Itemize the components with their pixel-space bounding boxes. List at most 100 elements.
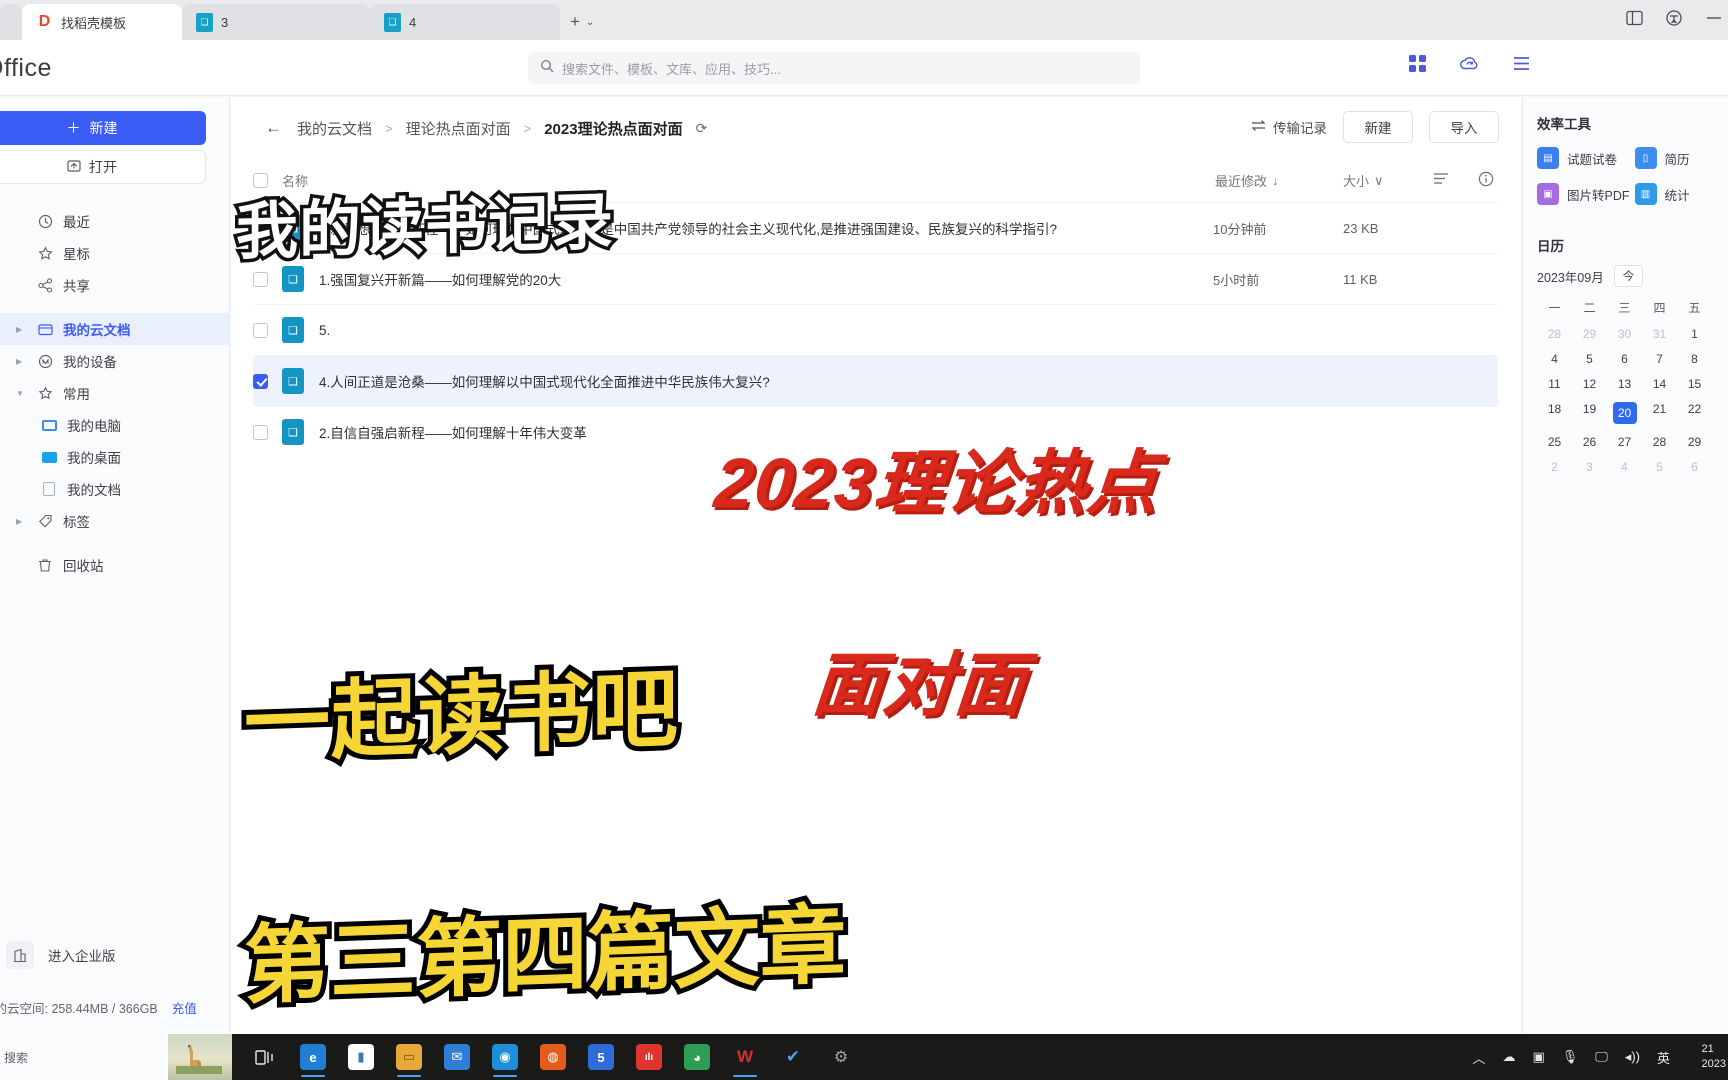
calendar-day[interactable]: 4 [1537, 352, 1572, 366]
mic-icon[interactable]: 🎙 [1562, 1049, 1579, 1065]
calendar-day[interactable]: 3 [1572, 460, 1607, 474]
chevron-up-icon[interactable]: ︿ [1472, 1048, 1485, 1067]
taskbar-search-label[interactable]: 搜索 [4, 1049, 28, 1066]
new-document-button[interactable]: ＋ 新建 [0, 111, 206, 145]
apps-grid-icon[interactable] [1406, 52, 1428, 74]
sidebar-item-shared[interactable]: 共享 [0, 269, 230, 301]
row-checkbox[interactable] [253, 424, 268, 440]
info-icon[interactable] [1478, 171, 1494, 190]
calendar-day[interactable]: 19 [1572, 402, 1607, 424]
edge-icon[interactable]: e [300, 1044, 326, 1077]
sidebar-item-my-devices[interactable]: ▶ 我的设备 [0, 345, 230, 377]
store-icon[interactable]: ▮ [348, 1044, 374, 1070]
enterprise-button[interactable]: 进入企业版 [6, 941, 116, 969]
column-header-name[interactable]: 名称 [282, 171, 308, 190]
calendar-day[interactable]: 30 [1607, 327, 1642, 341]
task-view-icon[interactable] [252, 1044, 278, 1070]
volume-icon[interactable]: ◂)) [1625, 1049, 1640, 1065]
calendar-day[interactable]: 5 [1642, 460, 1677, 474]
calendar-day[interactable]: 28 [1642, 435, 1677, 449]
wps-writer-icon[interactable]: W [732, 1044, 758, 1077]
select-all-checkbox[interactable] [253, 173, 268, 188]
calendar-day[interactable]: 6 [1607, 352, 1642, 366]
tab-0[interactable] [0, 4, 22, 40]
calendar-day[interactable]: 27 [1607, 435, 1642, 449]
panel-icon[interactable] [1624, 8, 1644, 28]
calendar-day[interactable]: 6 [1677, 460, 1712, 474]
settings-icon[interactable]: ⚙ [828, 1044, 854, 1070]
calendar-day[interactable]: 15 [1677, 377, 1712, 391]
tool-image-to-pdf[interactable]: ▣ 图片转PDF [1537, 183, 1631, 205]
table-row[interactable]: ❏ 4.人间正道是沧桑——如何理解以中国式现代化全面推进中华民族伟大复兴? [253, 356, 1498, 407]
refresh-icon[interactable]: ⟳ [696, 120, 708, 137]
mail-icon[interactable]: ✉ [444, 1044, 470, 1070]
sidebar-item-my-computer[interactable]: 我的电脑 [0, 409, 230, 441]
calendar-day[interactable]: 2 [1537, 460, 1572, 474]
calendar-day[interactable]: 31 [1642, 327, 1677, 341]
compat-icon[interactable] [1664, 8, 1684, 28]
calendar-day[interactable]: 8 [1677, 352, 1712, 366]
display-icon[interactable]: 🖵 [1595, 1049, 1608, 1065]
calendar-day[interactable]: 7 [1642, 352, 1677, 366]
tab-kdocs-template[interactable]: D 找稻壳模板 [22, 4, 182, 40]
row-checkbox[interactable] [253, 373, 268, 389]
tab-ppt-3[interactable]: ❏ 3 [182, 4, 370, 40]
sidebar-item-tags[interactable]: ▶ 标签 [0, 505, 230, 537]
view-options-icon[interactable] [1433, 171, 1450, 190]
tool-resume[interactable]: ▯ 简历 [1634, 147, 1728, 169]
sidebar-item-my-desktop[interactable]: 我的桌面 [0, 441, 230, 473]
row-checkbox[interactable] [253, 271, 268, 287]
calendar-day[interactable]: 25 [1537, 435, 1572, 449]
calendar-day[interactable]: 22 [1677, 402, 1712, 424]
transfer-records-button[interactable]: 传输记录 [1251, 117, 1327, 137]
row-checkbox[interactable] [253, 220, 268, 236]
open-document-button[interactable]: 打开 [0, 150, 206, 184]
import-button[interactable]: 导入 [1429, 111, 1499, 143]
breadcrumb-item-0[interactable]: 我的云文档 [297, 118, 372, 139]
calendar-day[interactable]: 11 [1537, 377, 1572, 391]
cloud-sync-icon[interactable] [1458, 52, 1480, 74]
table-row[interactable]: ❏ 5. [253, 305, 1498, 356]
chevron-down-icon[interactable]: ▼ [16, 389, 27, 398]
sidebar-item-my-cloud-docs[interactable]: ▶ 我的云文档 [0, 313, 230, 345]
calendar-day[interactable]: 14 [1642, 377, 1677, 391]
tool-exam[interactable]: ▤ 试题试卷 [1537, 147, 1631, 169]
firefox-icon[interactable]: ◍ [540, 1044, 566, 1070]
minimize-icon[interactable] [1704, 8, 1724, 28]
ime-indicator[interactable]: 英 [1657, 1048, 1670, 1067]
calendar-day[interactable]: 18 [1537, 402, 1572, 424]
tool-stats[interactable]: ▥ 统计 [1634, 183, 1728, 205]
sidebar-item-recycle-bin[interactable]: 回收站 [0, 549, 230, 581]
check-icon[interactable]: ✔ [780, 1044, 806, 1070]
column-header-size[interactable]: 大小 ∨ [1343, 171, 1384, 190]
clock[interactable]: 21 2023 [1702, 1042, 1726, 1072]
calendar-day-today[interactable]: 20 [1612, 402, 1637, 424]
calendar-day[interactable]: 26 [1572, 435, 1607, 449]
calendar-day[interactable]: 4 [1607, 460, 1642, 474]
browser-icon[interactable]: ◉ [492, 1044, 518, 1077]
chevron-right-icon[interactable]: ▶ [16, 325, 27, 334]
calendar-day[interactable]: 29 [1572, 327, 1607, 341]
onenote-icon[interactable]: ◕ [684, 1044, 710, 1070]
column-header-modified[interactable]: 最近修改 ↓ [1215, 171, 1279, 190]
media-icon[interactable]: ılı [636, 1044, 662, 1070]
new-button[interactable]: 新建 [1343, 111, 1413, 143]
cloud-icon[interactable]: ☁ [1502, 1049, 1515, 1065]
table-row[interactable]: ❏ 2.自信自强启新程——如何理解十年伟大变革 [253, 407, 1498, 458]
sidebar-item-frequently-used[interactable]: ▼ 常用 [0, 377, 230, 409]
table-row[interactable]: ❏ 1.强国复兴开新篇——如何理解党的20大 5小时前 11 KB [253, 254, 1498, 305]
sidebar-item-my-documents[interactable]: 我的文档 [0, 473, 230, 505]
calendar-day[interactable]: 1 [1677, 327, 1712, 341]
recharge-link[interactable]: 充值 [172, 998, 197, 1017]
calendar-day[interactable]: 13 [1607, 377, 1642, 391]
sidebar-item-starred[interactable]: 星标 [0, 237, 230, 269]
explorer-icon[interactable]: ▭ [396, 1044, 422, 1077]
back-arrow-icon[interactable]: ← [265, 118, 282, 138]
new-tab-button[interactable]: + ⌄ [560, 4, 604, 40]
tab-ppt-4[interactable]: ❏ 4 [370, 4, 560, 40]
row-checkbox[interactable] [253, 322, 268, 338]
breadcrumb-item-1[interactable]: 理论热点面对面 [406, 118, 511, 139]
calendar-day[interactable]: 5 [1572, 352, 1607, 366]
camera-icon[interactable]: ▣ [1532, 1049, 1544, 1065]
calendar-day[interactable]: 28 [1537, 327, 1572, 341]
